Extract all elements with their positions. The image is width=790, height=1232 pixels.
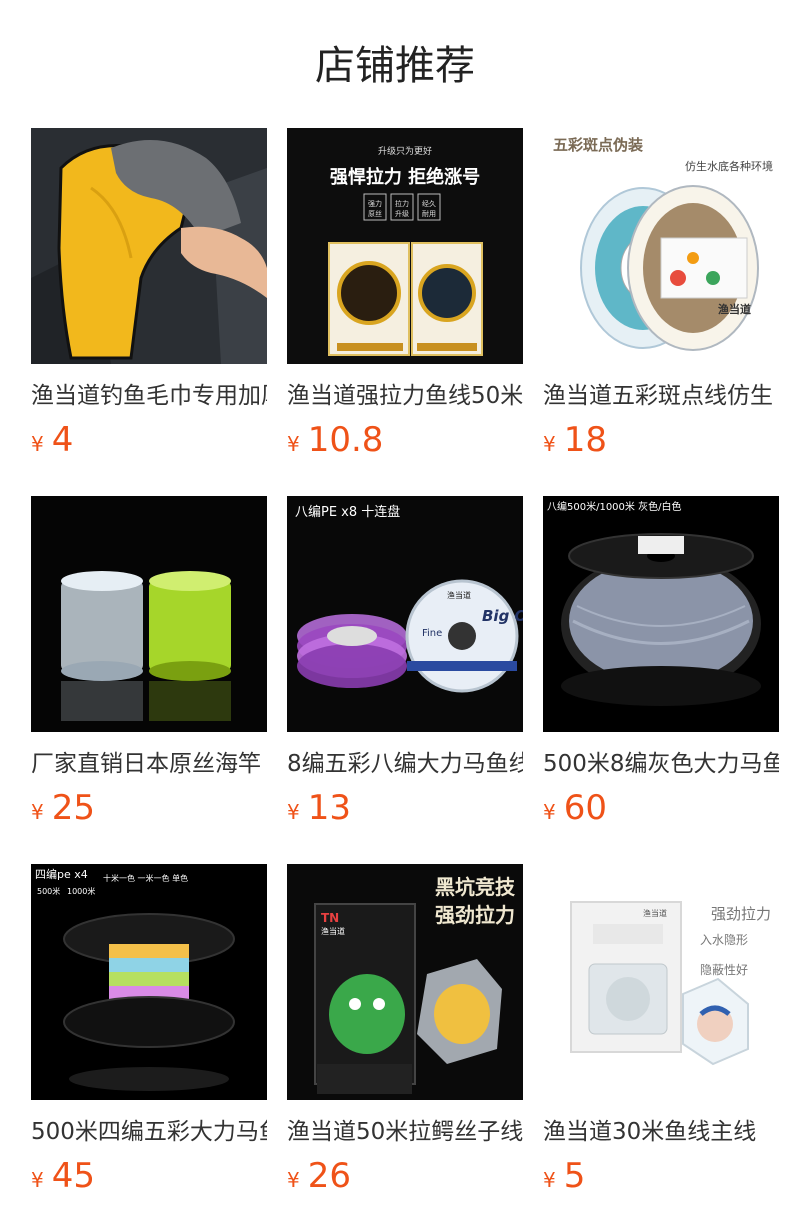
price-currency: ¥ bbox=[31, 432, 44, 456]
price-value: 60 bbox=[563, 788, 607, 828]
overlay-text: Big One bbox=[482, 607, 523, 625]
overlay-text: 五彩斑点伪装 bbox=[553, 136, 644, 154]
product-name[interactable]: 渔当道50米拉鳄丝子线 bbox=[287, 1114, 523, 1150]
price-value: 45 bbox=[51, 1156, 95, 1196]
overlay-text: 四编pe x4 bbox=[35, 867, 88, 881]
overlay-text: 强力 bbox=[368, 199, 382, 208]
product-card[interactable]: 强劲拉力 入水隐形 隐蔽性好 渔当道 渔当道30米鱼线主线 ¥5 bbox=[543, 864, 779, 1232]
price-value: 10.8 bbox=[307, 420, 384, 460]
price-currency: ¥ bbox=[543, 432, 556, 456]
price-currency: ¥ bbox=[287, 432, 300, 456]
product-grid: 渔当道钓鱼毛巾专用加厚 ¥4 升级只为更好 强悍拉力 拒绝涨号 强力 原丝 拉力… bbox=[31, 128, 779, 1232]
overlay-text: 1000米 bbox=[67, 886, 95, 896]
price-value: 4 bbox=[51, 420, 74, 460]
price-value: 5 bbox=[563, 1156, 586, 1196]
product-name[interactable]: 厂家直销日本原丝海竿 bbox=[31, 746, 267, 782]
overlay-text: 升级 bbox=[395, 209, 409, 218]
price-currency: ¥ bbox=[543, 1168, 556, 1192]
towel-image[interactable] bbox=[31, 128, 267, 364]
product-price: ¥4 bbox=[31, 418, 267, 462]
price-currency: ¥ bbox=[543, 800, 556, 824]
spotted-line-spool-image[interactable]: 五彩斑点伪装 仿生水底各种环境 渔当道 bbox=[543, 128, 779, 364]
product-price: ¥13 bbox=[287, 786, 523, 830]
product-price: ¥60 bbox=[543, 786, 779, 830]
overlay-text: 十米一色 一米一色 单色 bbox=[103, 873, 188, 883]
overlay-text: 黑坑竞技 bbox=[435, 875, 516, 899]
page-title: 店铺推荐 bbox=[315, 43, 475, 89]
overlay-text: 渔当道 bbox=[321, 926, 345, 936]
product-name[interactable]: 500米四编五彩大力马鱼线 bbox=[31, 1114, 267, 1150]
price-value: 13 bbox=[307, 788, 351, 828]
overlay-text: 原丝 bbox=[368, 209, 382, 218]
product-price: ¥10.8 bbox=[287, 418, 523, 462]
product-card[interactable]: 厂家直销日本原丝海竿 ¥25 bbox=[31, 496, 267, 864]
product-card[interactable]: 黑坑竞技 强劲拉力 TN 渔当道 渔当道50米拉鳄丝子线 ¥26 bbox=[287, 864, 523, 1232]
product-price: ¥45 bbox=[31, 1154, 267, 1198]
product-price: ¥25 bbox=[31, 786, 267, 830]
overlay-text: 500米 bbox=[37, 886, 60, 896]
product-name[interactable]: 500米8编灰色大力马鱼线 bbox=[543, 746, 779, 782]
nylon-line-spools-image[interactable] bbox=[31, 496, 267, 732]
overlay-text: 八编500米/1000米 灰色/白色 bbox=[547, 500, 681, 513]
multicolor-line-reel-image[interactable]: 四编pe x4 十米一色 一米一色 单色 500米 1000米 bbox=[31, 864, 267, 1100]
overlay-text: Fine bbox=[422, 628, 442, 639]
price-value: 26 bbox=[307, 1156, 351, 1196]
overlay-text: 经久 bbox=[422, 199, 436, 208]
price-currency: ¥ bbox=[31, 800, 44, 824]
overlay-text: 渔当道 bbox=[718, 302, 751, 316]
crocodile-line-pack-image[interactable]: 黑坑竞技 强劲拉力 TN 渔当道 bbox=[287, 864, 523, 1100]
overlay-text: 拉力 bbox=[395, 199, 409, 208]
overlay-text: 强劲拉力 bbox=[435, 903, 515, 927]
price-value: 25 bbox=[51, 788, 95, 828]
product-card[interactable]: 升级只为更好 强悍拉力 拒绝涨号 强力 原丝 拉力 升级 经久 耐用 渔当道强拉… bbox=[287, 128, 523, 496]
gray-line-reel-image[interactable]: 八编500米/1000米 灰色/白色 bbox=[543, 496, 779, 732]
opera-line-pack-image[interactable]: 强劲拉力 入水隐形 隐蔽性好 渔当道 bbox=[543, 864, 779, 1100]
overlay-text: 入水隐形 bbox=[700, 933, 748, 947]
overlay-text: 八编PE x8 十连盘 bbox=[295, 504, 400, 520]
overlay-text: 强悍拉力 拒绝涨号 bbox=[330, 166, 480, 188]
product-price: ¥5 bbox=[543, 1154, 779, 1198]
overlay-text: TN bbox=[321, 911, 339, 925]
product-name[interactable]: 渔当道钓鱼毛巾专用加厚 bbox=[31, 378, 267, 414]
overlay-text: 强劲拉力 bbox=[711, 905, 771, 923]
overlay-text: 耐用 bbox=[422, 209, 436, 218]
overlay-text: 渔当道 bbox=[447, 590, 471, 600]
product-card[interactable]: 八编PE x8 十连盘 Big One Fine 渔当道 8编五彩八编大力马鱼线… bbox=[287, 496, 523, 864]
price-currency: ¥ bbox=[287, 1168, 300, 1192]
product-name[interactable]: 渔当道30米鱼线主线 bbox=[543, 1114, 779, 1150]
product-card[interactable]: 五彩斑点伪装 仿生水底各种环境 渔当道 渔当道五彩斑点线仿生 ¥18 bbox=[543, 128, 779, 496]
product-price: ¥18 bbox=[543, 418, 779, 462]
product-name[interactable]: 渔当道强拉力鱼线50米 bbox=[287, 378, 523, 414]
price-currency: ¥ bbox=[31, 1168, 44, 1192]
overlay-text: 仿生水底各种环境 bbox=[685, 159, 773, 173]
product-card[interactable]: 四编pe x4 十米一色 一米一色 单色 500米 1000米 500米四编五彩… bbox=[31, 864, 267, 1232]
product-card[interactable]: 渔当道钓鱼毛巾专用加厚 ¥4 bbox=[31, 128, 267, 496]
product-price: ¥26 bbox=[287, 1154, 523, 1198]
overlay-text: 隐蔽性好 bbox=[700, 963, 748, 977]
overlay-text: 升级只为更好 bbox=[378, 145, 432, 157]
fishing-line-box-image[interactable]: 升级只为更好 强悍拉力 拒绝涨号 强力 原丝 拉力 升级 经久 耐用 bbox=[287, 128, 523, 364]
product-card[interactable]: 八编500米/1000米 灰色/白色 500米8编灰色大力马鱼线 ¥60 bbox=[543, 496, 779, 864]
price-currency: ¥ bbox=[287, 800, 300, 824]
overlay-text: 渔当道 bbox=[643, 908, 667, 918]
product-name[interactable]: 8编五彩八编大力马鱼线 bbox=[287, 746, 523, 782]
pe-line-spools-image[interactable]: 八编PE x8 十连盘 Big One Fine 渔当道 bbox=[287, 496, 523, 732]
price-value: 18 bbox=[563, 420, 607, 460]
product-name[interactable]: 渔当道五彩斑点线仿生 bbox=[543, 378, 779, 414]
